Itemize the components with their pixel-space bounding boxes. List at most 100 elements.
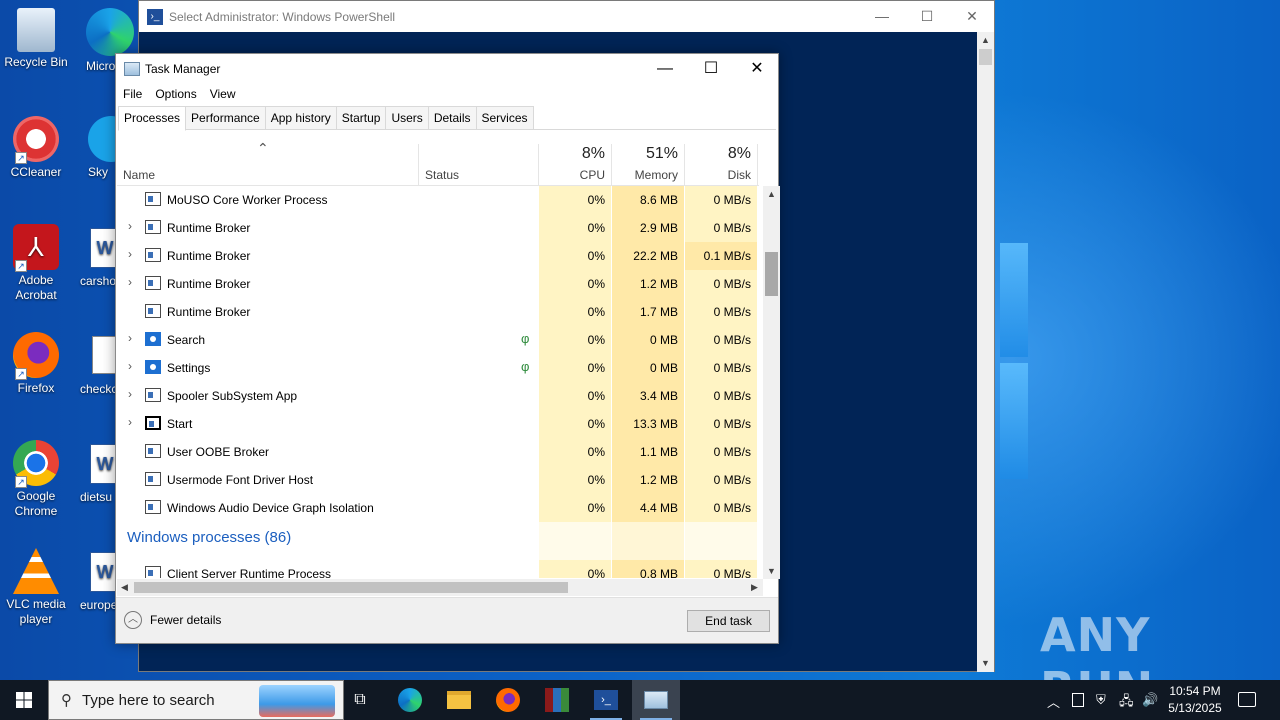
process-list-horizontal-scrollbar[interactable]: ◀ ▶ — [117, 579, 763, 596]
maximize-button[interactable]: ☐ — [904, 1, 950, 32]
task-view-button[interactable]: ⧉ — [336, 680, 384, 720]
minimize-button[interactable]: — — [859, 1, 905, 32]
end-task-button[interactable]: End task — [687, 610, 770, 632]
cpu-cell: 0% — [539, 354, 611, 382]
powershell-titlebar[interactable]: ›_ Select Administrator: Windows PowerSh… — [139, 1, 994, 32]
desktop-icon-firefox[interactable]: ↗ Firefox — [0, 332, 72, 396]
tab-app-history[interactable]: App history — [264, 106, 337, 129]
table-row[interactable]: › Spooler SubSystem App 0% 3.4 MB 0 MB/s — [117, 382, 759, 410]
cpu-cell: 0% — [539, 270, 611, 298]
tab-startup[interactable]: Startup — [335, 106, 387, 129]
menu-file[interactable]: File — [123, 84, 142, 104]
expand-chevron-icon[interactable]: › — [124, 247, 136, 261]
table-row[interactable]: Windows Audio Device Graph Isolation 0% … — [117, 494, 759, 522]
tab-processes[interactable]: Processes — [118, 106, 187, 131]
column-status[interactable]: Status — [419, 144, 538, 186]
table-row[interactable]: MoUSO Core Worker Process 0% 8.6 MB 0 MB… — [117, 186, 759, 214]
expand-chevron-icon[interactable]: › — [124, 359, 136, 373]
expand-chevron-icon[interactable]: › — [124, 387, 136, 401]
defender-icon[interactable]: ⛨ — [1096, 692, 1106, 708]
memory-cell: 2.9 MB — [612, 214, 684, 242]
tablet-icon[interactable] — [1072, 693, 1084, 707]
scrollbar-thumb[interactable] — [765, 252, 778, 296]
group-header-row[interactable]: Windows processes (86) — [117, 522, 759, 560]
process-icon — [145, 220, 161, 234]
table-row[interactable]: › Runtime Broker 0% 1.2 MB 0 MB/s — [117, 270, 759, 298]
table-row[interactable]: › Start 0% 13.3 MB 0 MB/s — [117, 410, 759, 438]
close-button[interactable]: ✕ — [734, 54, 780, 84]
cpu-cell: 0% — [539, 560, 611, 578]
process-name: Settings — [167, 361, 211, 375]
column-cpu[interactable]: 8% CPU — [539, 144, 611, 186]
start-button[interactable] — [0, 680, 48, 720]
minimize-button[interactable]: — — [642, 54, 688, 84]
fewer-details-button[interactable]: ︿ Fewer details — [124, 611, 221, 629]
volume-icon[interactable]: 🔊 — [1142, 692, 1158, 708]
close-button[interactable]: ✕ — [949, 1, 995, 32]
desktop-icon-ccleaner[interactable]: ↗ CCleaner — [0, 116, 72, 180]
taskbar-powershell[interactable]: ›_ — [582, 680, 630, 720]
desktop-icon-adobe-acrobat[interactable]: ⅄ ↗ Adobe Acrobat — [0, 224, 72, 303]
network-icon[interactable]: 🖧 — [1119, 692, 1134, 714]
table-row[interactable]: Runtime Broker 0% 1.7 MB 0 MB/s — [117, 298, 759, 326]
desktop-icon-google-chrome[interactable]: ↗ Google Chrome — [0, 440, 72, 519]
scrollbar-thumb[interactable] — [134, 582, 568, 593]
menu-view[interactable]: View — [210, 84, 236, 104]
taskbar-winrar[interactable] — [533, 680, 581, 720]
expand-chevron-icon[interactable]: › — [124, 331, 136, 345]
column-disk[interactable]: 8% Disk — [685, 144, 757, 186]
table-row[interactable]: Usermode Font Driver Host 0% 1.2 MB 0 MB… — [117, 466, 759, 494]
cpu-cell: 0% — [539, 214, 611, 242]
scroll-up-arrow-icon[interactable]: ▲ — [981, 35, 990, 45]
powershell-scrollbar[interactable]: ▲ ▼ — [977, 32, 994, 672]
taskbar-task-manager[interactable] — [632, 680, 680, 720]
notification-center-icon[interactable] — [1238, 692, 1256, 707]
scroll-right-arrow-icon[interactable]: ▶ — [751, 582, 758, 593]
table-row[interactable]: › Search φ 0% 0 MB 0 MB/s — [117, 326, 759, 354]
scroll-down-arrow-icon[interactable]: ▼ — [767, 566, 776, 576]
desktop-icon-vlc[interactable]: VLC media player — [0, 548, 72, 627]
desktop-icon-label: Sky — [88, 165, 109, 179]
table-row[interactable]: › Settings φ 0% 0 MB 0 MB/s — [117, 354, 759, 382]
taskbar-firefox[interactable] — [484, 680, 532, 720]
suspended-leaf-icon: φ — [521, 331, 530, 346]
process-name: Start — [167, 417, 193, 431]
search-icon — [145, 332, 161, 346]
scroll-down-arrow-icon[interactable]: ▼ — [981, 658, 990, 668]
menu-options[interactable]: Options — [155, 84, 196, 104]
taskbar-search-box[interactable]: ⚲ Type here to search — [48, 680, 344, 720]
taskbar-file-explorer[interactable] — [435, 680, 483, 720]
expand-chevron-icon[interactable]: › — [124, 415, 136, 429]
column-memory[interactable]: 51% Memory — [612, 144, 684, 186]
table-row[interactable]: User OOBE Broker 0% 1.1 MB 0 MB/s — [117, 438, 759, 466]
show-hidden-icons-chevron-icon[interactable]: ︿ — [1047, 692, 1060, 711]
taskbar-edge[interactable] — [386, 680, 434, 720]
table-row[interactable]: Client Server Runtime Process 0% 0.8 MB … — [117, 560, 759, 578]
process-name: Runtime Broker — [167, 305, 251, 319]
desktop-icon-recycle-bin[interactable]: Recycle Bin — [0, 8, 72, 70]
maximize-button[interactable]: ☐ — [688, 54, 734, 84]
column-divider[interactable] — [757, 144, 758, 186]
tab-users[interactable]: Users — [385, 106, 429, 129]
expand-chevron-icon[interactable]: › — [124, 219, 136, 233]
desktop-icon-label: CCleaner — [10, 165, 62, 179]
task-manager-window[interactable]: Task Manager — ☐ ✕ File Options View Pro… — [115, 53, 780, 644]
taskbar: ⚲ Type here to search ⧉ ›_ ︿ ⛨ 🖧 🔊 10:54… — [0, 680, 1280, 720]
desktop-icon-label: carsho — [80, 274, 117, 288]
table-row[interactable]: › Runtime Broker 0% 22.2 MB 0.1 MB/s — [117, 242, 759, 270]
tab-details[interactable]: Details — [427, 106, 477, 129]
process-list-vertical-scrollbar[interactable]: ▲ ▼ — [763, 186, 780, 579]
expand-chevron-icon[interactable]: › — [124, 275, 136, 289]
task-manager-titlebar[interactable]: Task Manager — ☐ ✕ — [116, 54, 778, 84]
search-highlight-image — [259, 685, 335, 717]
memory-cell: 1.1 MB — [612, 438, 684, 466]
column-name[interactable]: ⌃ Name — [117, 140, 418, 186]
scrollbar-thumb[interactable] — [979, 49, 992, 65]
tab-performance[interactable]: Performance — [185, 106, 266, 129]
table-row[interactable]: › Runtime Broker 0% 2.9 MB 0 MB/s — [117, 214, 759, 242]
printer-icon — [145, 388, 161, 402]
taskbar-clock[interactable]: 10:54 PM 5/13/2025 — [1160, 683, 1230, 717]
scroll-up-arrow-icon[interactable]: ▲ — [767, 189, 776, 199]
scroll-left-arrow-icon[interactable]: ◀ — [121, 582, 128, 593]
tab-services[interactable]: Services — [475, 106, 534, 129]
